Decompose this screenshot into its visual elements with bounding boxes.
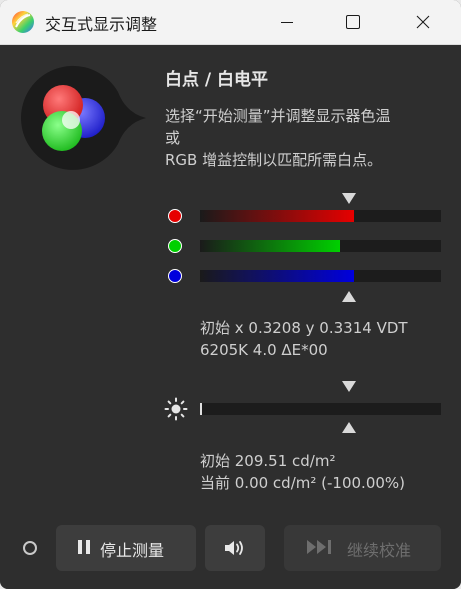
stop-measurement-label: 停止测量 — [100, 541, 165, 560]
skip-forward-icon — [307, 540, 331, 554]
red-gain-fill — [200, 210, 354, 222]
readout-line: 当前 0.00 cd/m² (-100.00%) — [200, 474, 406, 492]
minimize-icon — [281, 22, 293, 23]
continue-calibration-label: 继续校准 — [347, 541, 412, 560]
blue-gain-bar — [200, 270, 441, 282]
continue-calibration-button[interactable]: 继续校准 — [284, 525, 441, 571]
blue-gain-fill — [200, 270, 354, 282]
pause-icon — [78, 540, 90, 554]
maximize-button[interactable] — [330, 0, 376, 44]
luminance-fill — [200, 403, 202, 415]
luminance-readout: 初始 209.51 cd/m² 当前 0.00 cd/m² (-100.00%) — [200, 450, 405, 494]
close-icon — [416, 15, 430, 29]
rgb-target-marker-top — [342, 193, 356, 204]
sound-toggle-button[interactable] — [205, 525, 265, 571]
luminance-target-marker-top — [342, 381, 356, 392]
readout-line: 初始 209.51 cd/m² — [200, 452, 336, 470]
panel-description: 选择“开始测量”并调整显示器色温 或 RGB 增益控制以匹配所需白点。 — [165, 105, 450, 171]
stop-measurement-button[interactable]: 停止测量 — [56, 525, 196, 571]
close-button[interactable] — [400, 0, 446, 44]
description-line: 或 — [165, 129, 181, 147]
red-channel-icon — [168, 209, 182, 223]
panel-heading: 白点 / 白电平 — [165, 70, 269, 90]
description-line: 选择“开始测量”并调整显示器色温 — [165, 107, 391, 125]
whitepoint-readout: 初始 x 0.3208 y 0.3314 VDT 6205K 4.0 ΔE*00 — [200, 317, 408, 361]
description-line: RGB 增益控制以匹配所需白点。 — [165, 151, 383, 169]
green-channel-icon — [168, 239, 182, 253]
rgb-whitepoint-icon — [21, 65, 147, 170]
app-logo-icon — [12, 11, 34, 33]
minimize-button[interactable] — [264, 0, 310, 44]
luminance-target-marker-bottom — [342, 422, 356, 433]
adjustment-window: 交互式显示调整 白点 / 白电平 选择“开始测量”并调整显示器色温 或 RGB … — [0, 0, 461, 589]
readout-line: 初始 x 0.3208 y 0.3314 VDT — [200, 319, 408, 337]
brightness-icon — [164, 397, 188, 421]
title-bar[interactable]: 交互式显示调整 — [0, 0, 461, 45]
green-gain-bar — [200, 240, 441, 252]
luminance-bar — [200, 403, 441, 415]
measurement-status-indicator — [23, 541, 37, 555]
window-title: 交互式显示调整 — [45, 15, 158, 34]
content-area: 白点 / 白电平 选择“开始测量”并调整显示器色温 或 RGB 增益控制以匹配所… — [0, 45, 461, 589]
maximize-icon — [346, 15, 360, 29]
red-gain-bar — [200, 210, 441, 222]
green-gain-fill — [200, 240, 340, 252]
speaker-icon — [225, 541, 243, 555]
readout-line: 6205K 4.0 ΔE*00 — [200, 341, 328, 359]
blue-channel-icon — [168, 269, 182, 283]
rgb-target-marker-bottom — [342, 291, 356, 302]
